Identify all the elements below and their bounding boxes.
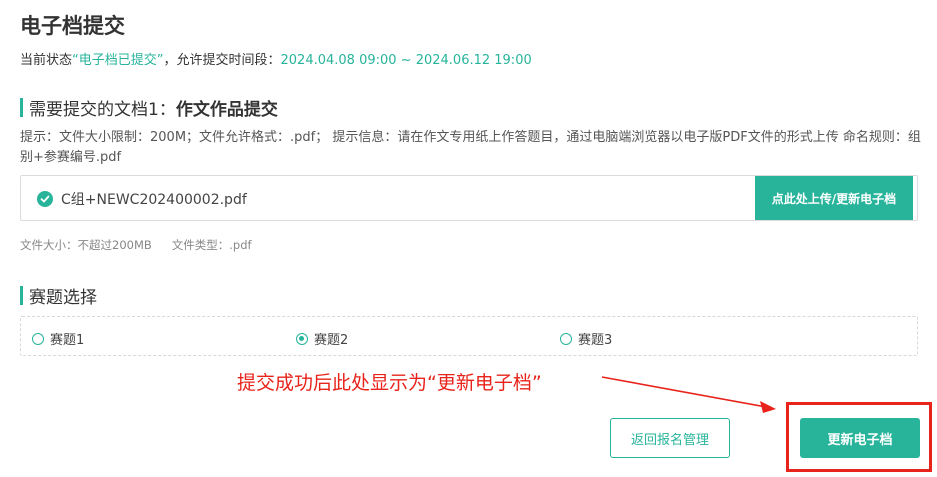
document-heading-name: 作文作品提交: [175, 99, 278, 120]
radio-unchecked-icon[interactable]: [560, 332, 572, 345]
annotation-text: 提交成功后此处显示为“更新电子档”: [237, 372, 542, 394]
section-accent-bar: [20, 97, 23, 117]
topic-section-heading: 赛题选择: [20, 284, 97, 308]
radio-checked-icon[interactable]: [296, 332, 308, 345]
section-accent-bar: [20, 285, 23, 305]
page-title: 电子档提交: [20, 14, 125, 38]
update-document-button[interactable]: 更新电子档: [800, 418, 920, 458]
topic-option-label: 赛题1: [50, 333, 85, 348]
document-tips: 提示：文件大小限制：200M；文件允许格式：.pdf； 提示信息：请在作文专用纸…: [20, 130, 921, 165]
file-type-hint: 文件类型：.pdf: [171, 238, 252, 252]
check-circle-icon: [37, 191, 53, 207]
back-to-registration-button[interactable]: 返回报名管理: [610, 418, 730, 458]
upload-update-button[interactable]: 点此处上传/更新电子档: [755, 176, 913, 220]
uploaded-file-name[interactable]: C组+NEWC202400002.pdf: [61, 189, 247, 209]
upload-box: C组+NEWC202400002.pdf 点此处上传/更新电子档: [20, 175, 918, 221]
topic-option-3[interactable]: 赛题3: [560, 329, 612, 348]
topic-heading-text: 赛题选择: [29, 287, 97, 308]
status-prefix: 当前状态: [20, 53, 73, 68]
topic-option-label: 赛题2: [314, 333, 349, 348]
arrow-icon: [601, 376, 776, 413]
topic-option-2[interactable]: 赛题2: [296, 329, 348, 348]
file-size-hint: 文件大小：不超过200MB: [20, 238, 152, 252]
radio-unchecked-icon[interactable]: [32, 332, 44, 345]
status-line: 当前状态“电子档已提交”，允许提交时间段：2024.04.08 09:00 ~ …: [20, 49, 532, 68]
submit-window-label: ，允许提交时间段：: [163, 53, 281, 68]
document-section-heading: 需要提交的文档1： 作文作品提交: [20, 96, 278, 120]
topic-option-1[interactable]: 赛题1: [32, 329, 84, 348]
document-heading-prefix: 需要提交的文档1：: [29, 99, 176, 120]
submit-window-value: 2024.04.08 09:00 ~ 2024.06.12 19:00: [280, 53, 532, 68]
topic-radio-group: 赛题1 赛题2 赛题3: [20, 316, 918, 356]
file-hints: 文件大小：不超过200MB 文件类型：.pdf: [20, 237, 252, 253]
status-value: “电子档已提交”: [72, 53, 164, 68]
topic-option-label: 赛题3: [578, 333, 613, 348]
